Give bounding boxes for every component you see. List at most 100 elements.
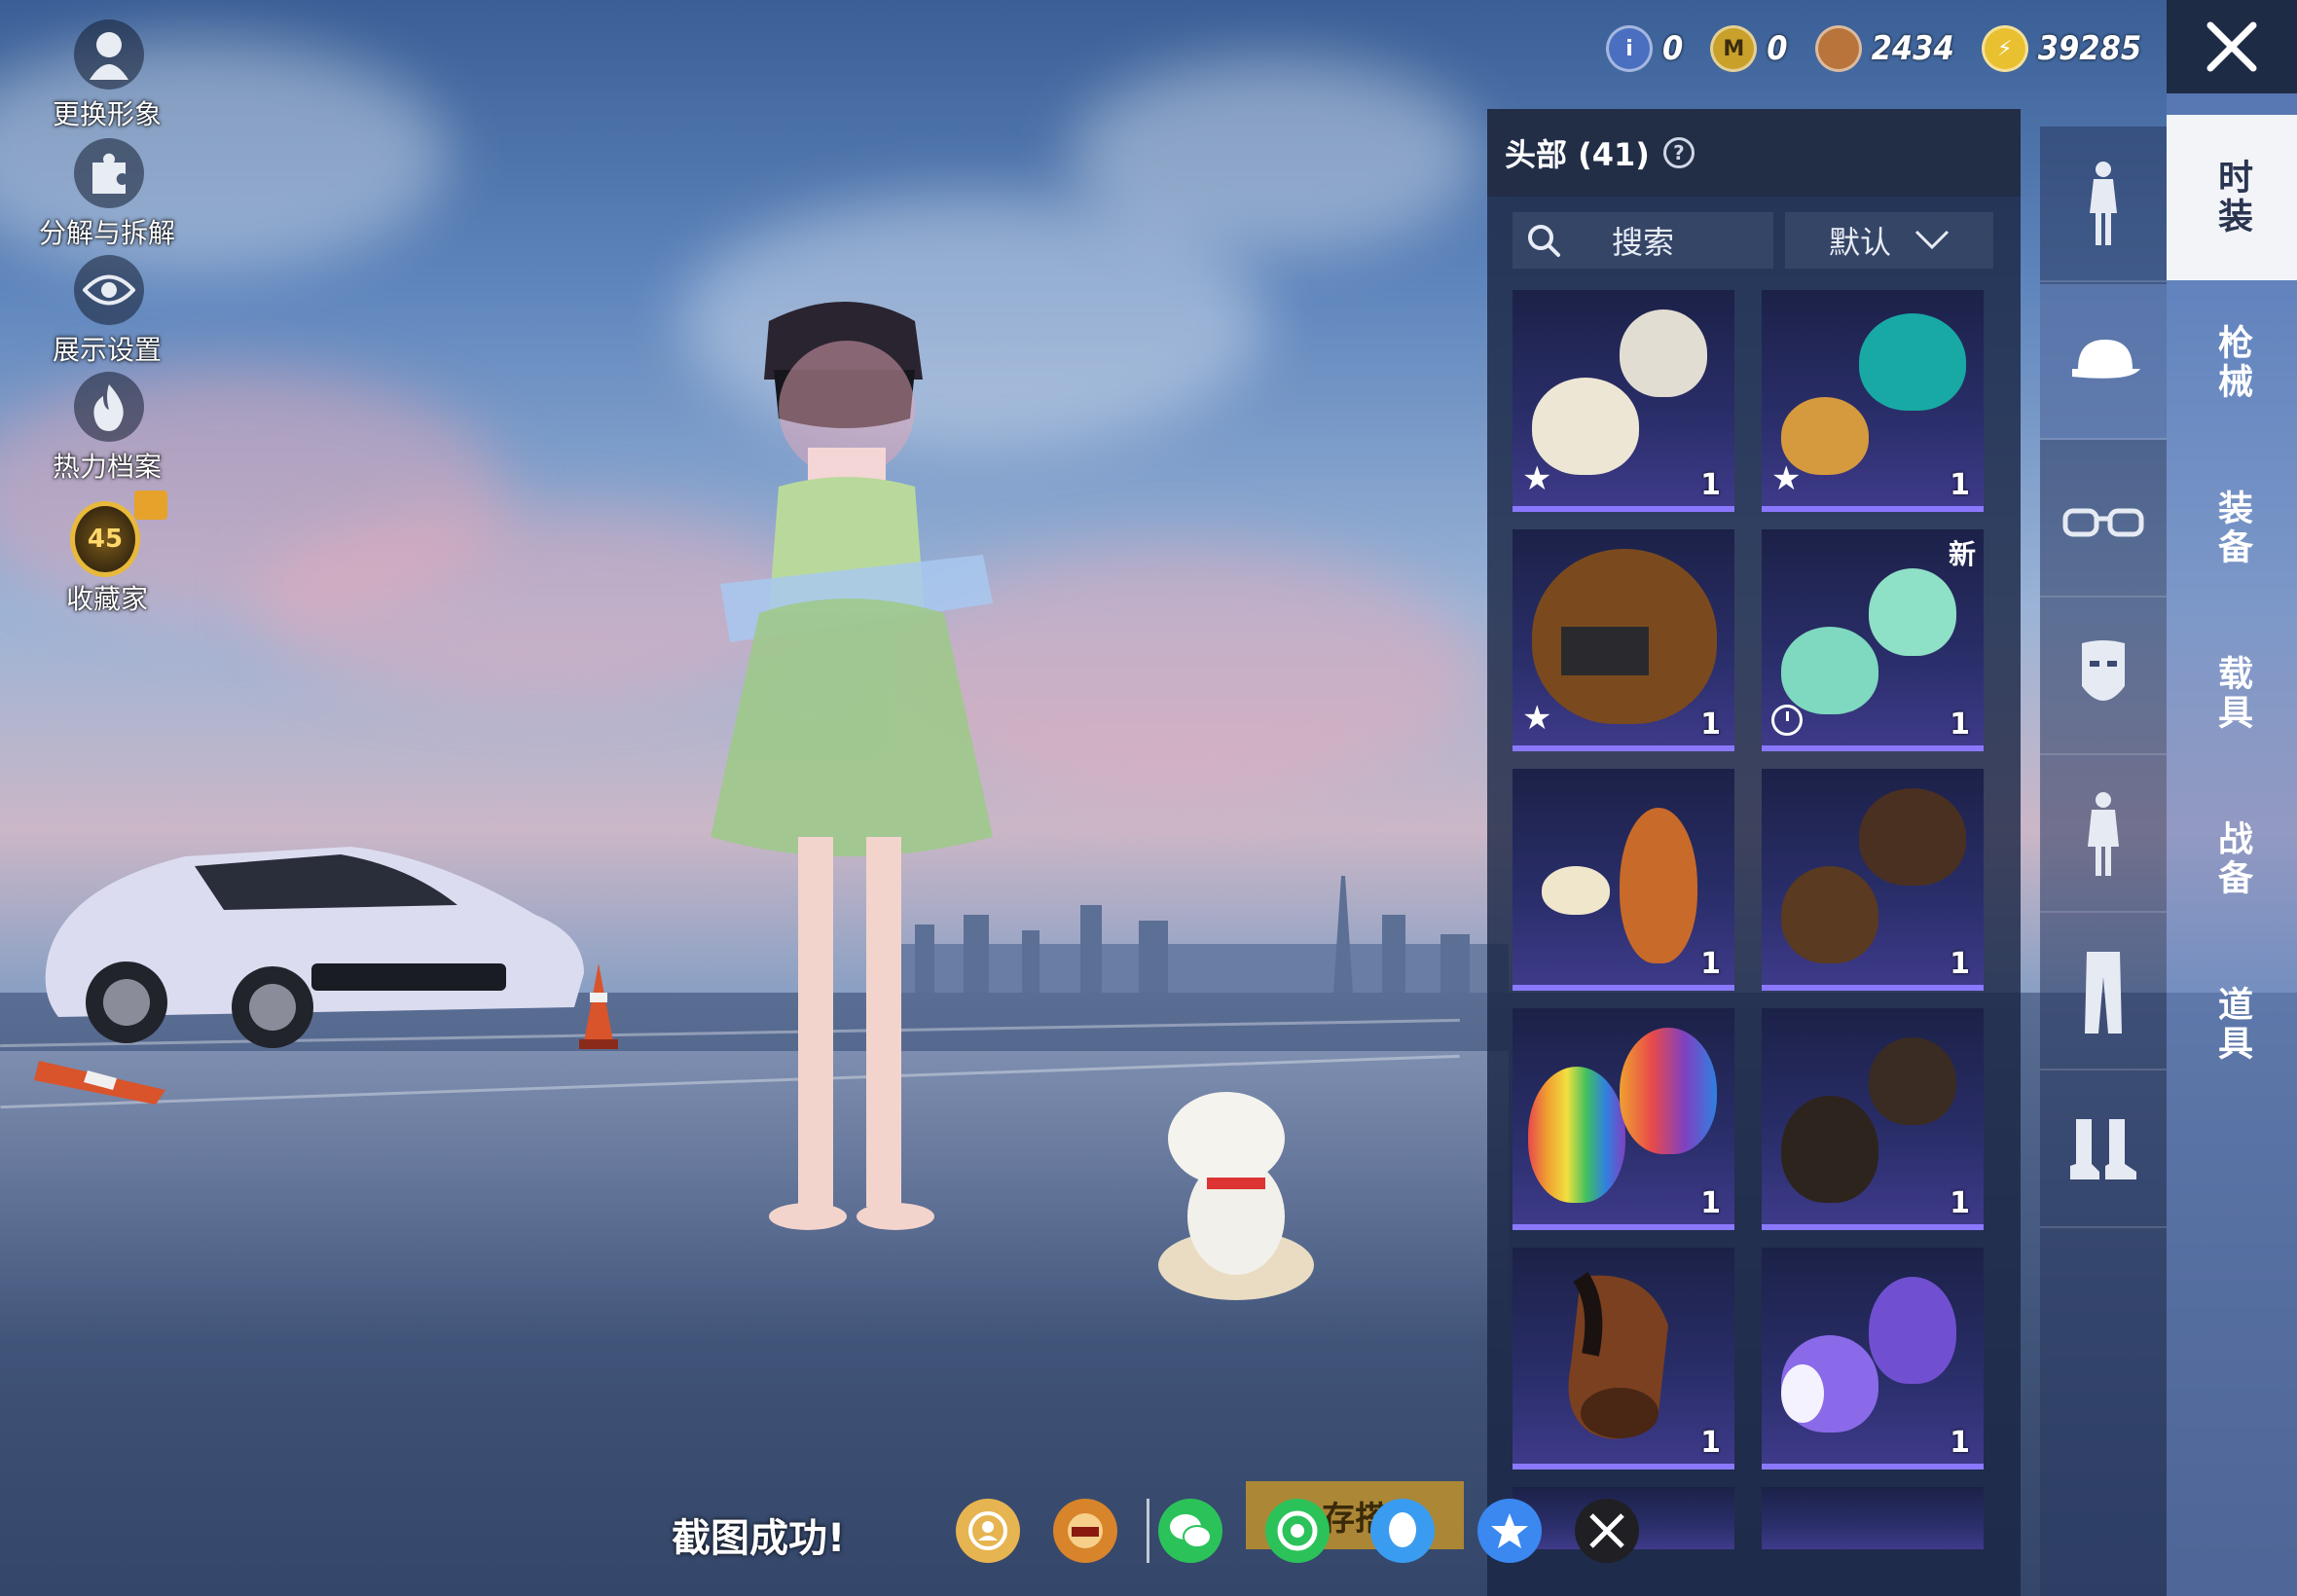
share-game-friend-button[interactable] xyxy=(956,1499,1020,1563)
heat-profile-button[interactable]: 热力档案 xyxy=(19,372,175,483)
category-headwear[interactable] xyxy=(2040,284,2167,440)
share-moments-button[interactable] xyxy=(1265,1499,1330,1563)
currency-token-gold: M 0 xyxy=(1710,25,1788,72)
item-count: 1 xyxy=(1700,1426,1721,1460)
collector-badge-icon: 45 xyxy=(70,501,140,577)
share-divider xyxy=(1147,1499,1149,1563)
collector-button[interactable]: 45 收藏家 xyxy=(19,490,175,615)
tab-label: 时装 xyxy=(2212,159,2252,236)
search-input[interactable]: 搜索 xyxy=(1513,212,1773,269)
collector-level: 45 xyxy=(70,501,140,577)
currency-value: 0 xyxy=(1767,29,1788,68)
share-game-app-button[interactable] xyxy=(1053,1499,1117,1563)
coin-lightning-icon: ⚡ xyxy=(1981,25,2028,72)
display-settings-button[interactable]: 展示设置 xyxy=(19,255,175,366)
chevron-down-icon xyxy=(1914,230,1950,250)
headband-preview xyxy=(1561,627,1649,675)
tab-equipment[interactable]: 装备 xyxy=(2167,446,2297,611)
currency-coin-bronze: 2434 xyxy=(1814,25,1954,72)
item-count: 1 xyxy=(1950,468,1970,502)
body-outfit-icon xyxy=(2088,792,2119,876)
currency-token-blue: i 0 xyxy=(1606,25,1683,72)
friend-icon xyxy=(968,1511,1007,1550)
category-pants[interactable] xyxy=(2040,915,2167,1070)
hair-preview xyxy=(1620,1028,1717,1154)
decompose-button[interactable]: 分解与拆解 xyxy=(19,138,175,249)
currency-bar: i 0 M 0 2434 ⚡ 39285 xyxy=(1606,18,2169,80)
help-icon[interactable]: ? xyxy=(1662,137,1695,168)
change-avatar-label: 更换形象 xyxy=(52,98,162,130)
full-outfit-icon xyxy=(2090,162,2117,245)
inventory-title: 头部 (41) xyxy=(1505,136,1650,173)
traffic-cone xyxy=(34,1061,165,1105)
change-avatar-button[interactable]: 更换形象 xyxy=(19,19,175,130)
tab-label: 载具 xyxy=(2212,655,2252,733)
hair-preview xyxy=(1781,1096,1878,1203)
screenshot-toast: 截图成功! xyxy=(672,1516,846,1561)
item-count: 1 xyxy=(1700,707,1721,742)
close-icon xyxy=(2206,21,2257,72)
hair-preview xyxy=(1869,1277,1956,1384)
tab-battle-gear[interactable]: 战备 xyxy=(2167,777,2297,942)
tab-label: 道具 xyxy=(2212,986,2252,1064)
tab-vehicles[interactable]: 载具 xyxy=(2167,611,2297,777)
item-count: 1 xyxy=(1700,468,1721,502)
rainbow-hair-item[interactable]: 1 xyxy=(1513,1008,1734,1230)
purple-earmuff-hair-item[interactable]: 1 xyxy=(1762,1248,1984,1469)
share-qzone-button[interactable] xyxy=(1477,1499,1542,1563)
item-count: 1 xyxy=(1950,947,1970,981)
category-full-outfit[interactable] xyxy=(2040,127,2167,282)
horse-mask-item[interactable]: 1 xyxy=(1513,1248,1734,1469)
hair-preview xyxy=(1781,627,1878,714)
hair-preview xyxy=(1859,788,1966,886)
hair-preview xyxy=(1620,309,1707,397)
brown-hair-headband-item[interactable]: ★ 1 xyxy=(1513,529,1734,751)
earmuff-preview xyxy=(1781,1364,1824,1423)
category-eyewear[interactable] xyxy=(2040,442,2167,598)
beret-preview xyxy=(1542,866,1610,915)
beret-ginger-hair-item[interactable]: 1 xyxy=(1513,769,1734,991)
decompose-label: 分解与拆解 xyxy=(38,217,175,249)
currency-value: 2434 xyxy=(1871,29,1954,68)
avatar-icon xyxy=(74,19,144,90)
flame-icon xyxy=(74,372,144,442)
tab-items[interactable]: 道具 xyxy=(2167,942,2297,1107)
cap-icon xyxy=(2072,340,2140,379)
display-settings-label: 展示设置 xyxy=(52,334,162,366)
item-count: 1 xyxy=(1950,1426,1970,1460)
partial-item[interactable] xyxy=(1762,1487,1984,1549)
eye-icon xyxy=(74,255,144,325)
item-count: 1 xyxy=(1700,1186,1721,1220)
collector-label: 收藏家 xyxy=(65,583,148,615)
player-character xyxy=(711,302,993,1230)
share-x-button[interactable] xyxy=(1575,1499,1639,1563)
mask-icon xyxy=(2082,640,2125,701)
inventory-panel: 头部 (41) ? 搜索 默认 ★ 1 ★ 1 ★ 1 新 1 1 1 1 1 … xyxy=(1487,109,2021,1596)
mint-hair-item[interactable]: 新 1 xyxy=(1762,529,1984,751)
category-column xyxy=(2040,127,2167,1596)
new-tag: 新 xyxy=(1948,538,1976,570)
sort-label: 默认 xyxy=(1828,224,1891,261)
share-qq-button[interactable] xyxy=(1370,1499,1435,1563)
hair-preview xyxy=(1869,1037,1956,1125)
brown-pigtails-item[interactable]: 1 xyxy=(1762,769,1984,991)
category-face[interactable] xyxy=(2040,599,2167,755)
category-outfit[interactable] xyxy=(2040,757,2167,913)
tab-label: 装备 xyxy=(2212,490,2252,567)
share-wechat-button[interactable] xyxy=(1158,1499,1222,1563)
goggles-dark-hair-item[interactable]: 1 xyxy=(1762,1008,1984,1230)
x-logo-icon xyxy=(1589,1513,1624,1548)
close-button[interactable] xyxy=(2167,0,2297,93)
sort-dropdown[interactable]: 默认 xyxy=(1785,212,1993,269)
teal-hair-item[interactable]: ★ 1 xyxy=(1762,290,1984,512)
category-shoes[interactable] xyxy=(2040,1072,2167,1228)
hair-preview xyxy=(1869,568,1956,656)
search-icon xyxy=(1528,225,1560,257)
tab-fashion[interactable]: 时装 xyxy=(2167,115,2297,280)
game-logo-icon xyxy=(1068,1513,1103,1548)
qzone-icon xyxy=(1491,1513,1528,1548)
pet-companion xyxy=(1158,1092,1314,1300)
white-hair-item[interactable]: ★ 1 xyxy=(1513,290,1734,512)
tab-weapons[interactable]: 枪械 xyxy=(2167,280,2297,446)
gift-icon xyxy=(134,490,167,520)
